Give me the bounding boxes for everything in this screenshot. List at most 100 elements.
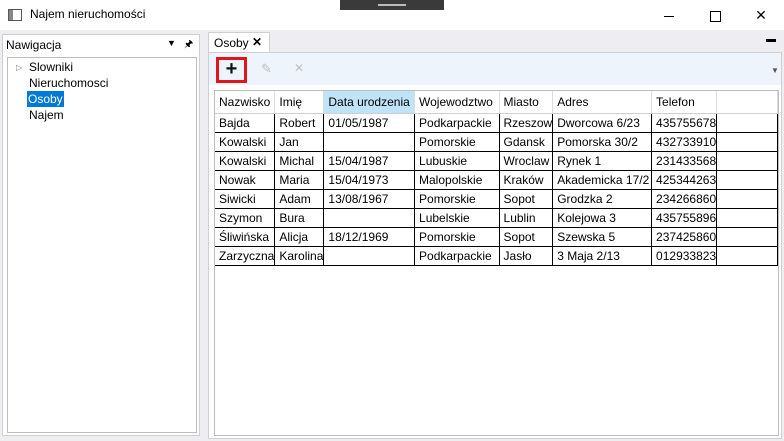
cell-imie[interactable]: Alicja bbox=[274, 227, 325, 247]
column-header-wojewodztwo[interactable]: Wojewodztwo bbox=[414, 91, 500, 114]
cell-filler bbox=[716, 132, 778, 152]
cell-imie[interactable]: Bura bbox=[274, 208, 325, 228]
pin-icon[interactable]: 🖈 bbox=[184, 37, 193, 54]
cell-miasto[interactable]: Wroclaw bbox=[499, 151, 554, 171]
cell-adres[interactable]: Szewska 5 bbox=[552, 227, 653, 247]
table-row[interactable]: Nowak Maria 15/04/1973 Malopolskie Krakó… bbox=[215, 170, 778, 190]
table-row[interactable]: Szymon Bura Lubelskie Lublin Kolejowa 3 … bbox=[215, 208, 778, 228]
tree-item-najem[interactable]: Najem bbox=[28, 107, 65, 123]
cell-adres[interactable]: Kolejowa 3 bbox=[552, 208, 653, 228]
tree-item-slowniki[interactable]: Slowniki bbox=[28, 59, 74, 75]
tab-label: Osoby bbox=[214, 36, 249, 50]
cell-miasto[interactable]: Rzeszow bbox=[499, 113, 554, 133]
cell-nazwisko[interactable]: Szymon bbox=[215, 208, 276, 228]
cell-data-urodzenia[interactable] bbox=[323, 208, 416, 228]
column-header-data-urodzenia[interactable]: Data urodzenia bbox=[323, 91, 416, 114]
table-header-row: Nazwisko Imię Data urodzenia Wojewodztwo… bbox=[215, 91, 778, 114]
cell-wojewodztwo[interactable]: Malopolskie bbox=[414, 170, 500, 190]
cell-data-urodzenia[interactable]: 15/04/1973 bbox=[323, 170, 416, 190]
cell-nazwisko[interactable]: Bajda bbox=[215, 113, 276, 133]
cell-imie[interactable]: Karolina bbox=[274, 246, 325, 266]
cell-wojewodztwo[interactable]: Lubelskie bbox=[414, 208, 500, 228]
cell-filler bbox=[716, 246, 778, 266]
cell-telefon[interactable]: 237425860 bbox=[651, 227, 718, 247]
cell-filler bbox=[716, 151, 778, 171]
table-row[interactable]: Kowalski Jan Pomorskie Gdansk Pomorska 3… bbox=[215, 132, 778, 152]
tree-item-osoby[interactable]: Osoby bbox=[27, 91, 64, 107]
cell-telefon[interactable]: 231433568 bbox=[651, 151, 718, 171]
cell-imie[interactable]: Maria bbox=[274, 170, 325, 190]
cell-nazwisko[interactable]: Śliwińska bbox=[215, 227, 276, 247]
cell-nazwisko[interactable]: Kowalski bbox=[215, 151, 276, 171]
cell-adres[interactable]: Pomorska 30/2 bbox=[552, 132, 653, 152]
title-bar: Najem nieruchomości ✕ bbox=[0, 0, 784, 30]
navigation-tree: ▷ Slowniki Nieruchomosci Osoby Najem bbox=[7, 57, 197, 433]
cell-adres[interactable]: Akademicka 17/2 bbox=[552, 170, 653, 190]
tab-osoby[interactable]: Osoby ✕ bbox=[208, 32, 270, 52]
tab-list-icon[interactable]: ▬ bbox=[766, 34, 776, 45]
cell-miasto[interactable]: Gdansk bbox=[499, 132, 554, 152]
cell-telefon[interactable]: 425344263 bbox=[651, 170, 718, 190]
cell-imie[interactable]: Michal bbox=[274, 151, 325, 171]
cell-data-urodzenia[interactable]: 13/08/1967 bbox=[323, 189, 416, 209]
cell-telefon[interactable]: 435755678 bbox=[651, 113, 718, 133]
cell-wojewodztwo[interactable]: Pomorskie bbox=[414, 227, 500, 247]
cell-imie[interactable]: Jan bbox=[274, 132, 325, 152]
cell-wojewodztwo[interactable]: Pomorskie bbox=[414, 189, 500, 209]
tree-item-nieruchomosci[interactable]: Nieruchomosci bbox=[28, 75, 109, 91]
table-row[interactable]: Siwicki Adam 13/08/1967 Pomorskie Sopot … bbox=[215, 189, 778, 209]
cell-telefon[interactable]: 432733910 bbox=[651, 132, 718, 152]
cell-wojewodztwo[interactable]: Lubuskie bbox=[414, 151, 500, 171]
table-row[interactable]: Kowalski Michal 15/04/1987 Lubuskie Wroc… bbox=[215, 151, 778, 171]
cell-miasto[interactable]: Kraków bbox=[499, 170, 554, 190]
cell-nazwisko[interactable]: Siwicki bbox=[215, 189, 276, 209]
table-row[interactable]: Śliwińska Alicja 18/12/1969 Pomorskie So… bbox=[215, 227, 778, 247]
expand-arrow-icon[interactable]: ▷ bbox=[16, 63, 22, 72]
close-button[interactable]: ✕ bbox=[738, 0, 784, 30]
close-tab-icon[interactable]: ✕ bbox=[252, 35, 262, 49]
cell-miasto[interactable]: Jasło bbox=[499, 246, 554, 266]
cell-telefon[interactable]: 234266860 bbox=[651, 189, 718, 209]
column-header-adres[interactable]: Adres bbox=[552, 91, 653, 114]
cell-nazwisko[interactable]: Kowalski bbox=[215, 132, 276, 152]
delete-button[interactable]: ✕ bbox=[294, 61, 304, 75]
cell-imie[interactable]: Robert bbox=[274, 113, 325, 133]
edit-button[interactable]: ✎ bbox=[261, 61, 272, 77]
cell-wojewodztwo[interactable]: Pomorskie bbox=[414, 132, 500, 152]
toolbar-overflow-icon[interactable]: ▼ bbox=[771, 66, 779, 75]
cell-data-urodzenia[interactable] bbox=[323, 246, 416, 266]
cell-miasto[interactable]: Sopot bbox=[499, 227, 554, 247]
cell-data-urodzenia[interactable]: 15/04/1987 bbox=[323, 151, 416, 171]
column-header-imie[interactable]: Imię bbox=[274, 91, 325, 114]
table-row[interactable]: Bajda Robert 01/05/1987 Podkarpackie Rze… bbox=[215, 113, 778, 133]
chevron-down-icon[interactable]: ▼ bbox=[167, 38, 176, 48]
column-header-miasto[interactable]: Miasto bbox=[499, 91, 554, 114]
cell-telefon[interactable]: 435755896 bbox=[651, 208, 718, 228]
cell-miasto[interactable]: Lublin bbox=[499, 208, 554, 228]
add-button[interactable]: + bbox=[216, 57, 247, 83]
drag-handle[interactable] bbox=[340, 0, 444, 10]
maximize-button[interactable] bbox=[692, 0, 738, 30]
cell-nazwisko[interactable]: Zarzyczna bbox=[215, 246, 276, 266]
cell-nazwisko[interactable]: Nowak bbox=[215, 170, 276, 190]
cell-filler bbox=[716, 208, 778, 228]
cell-imie[interactable]: Adam bbox=[274, 189, 325, 209]
column-header-telefon[interactable]: Telefon bbox=[651, 91, 718, 114]
cell-adres[interactable]: Grodzka 2 bbox=[552, 189, 653, 209]
cell-telefon[interactable]: 012933823 bbox=[651, 246, 718, 266]
cell-adres[interactable]: Rynek 1 bbox=[552, 151, 653, 171]
minimize-button[interactable] bbox=[646, 0, 692, 30]
workspace: Nawigacja ▼ 🖈 ▷ Slowniki Nieruchomosci O… bbox=[0, 30, 784, 441]
app-icon bbox=[8, 9, 22, 21]
column-header-nazwisko[interactable]: Nazwisko bbox=[215, 91, 276, 114]
cell-data-urodzenia[interactable]: 18/12/1969 bbox=[323, 227, 416, 247]
cell-wojewodztwo[interactable]: Podkarpackie bbox=[414, 113, 500, 133]
cell-data-urodzenia[interactable]: 01/05/1987 bbox=[323, 113, 416, 133]
cell-miasto[interactable]: Sopot bbox=[499, 189, 554, 209]
cell-data-urodzenia[interactable] bbox=[323, 132, 416, 152]
cell-wojewodztwo[interactable]: Podkarpackie bbox=[414, 246, 500, 266]
cell-filler bbox=[716, 227, 778, 247]
cell-adres[interactable]: Dworcowa 6/23 bbox=[552, 113, 653, 133]
cell-adres[interactable]: 3 Maja 2/13 bbox=[552, 246, 653, 266]
table-row[interactable]: Zarzyczna Karolina Podkarpackie Jasło 3 … bbox=[215, 246, 778, 266]
